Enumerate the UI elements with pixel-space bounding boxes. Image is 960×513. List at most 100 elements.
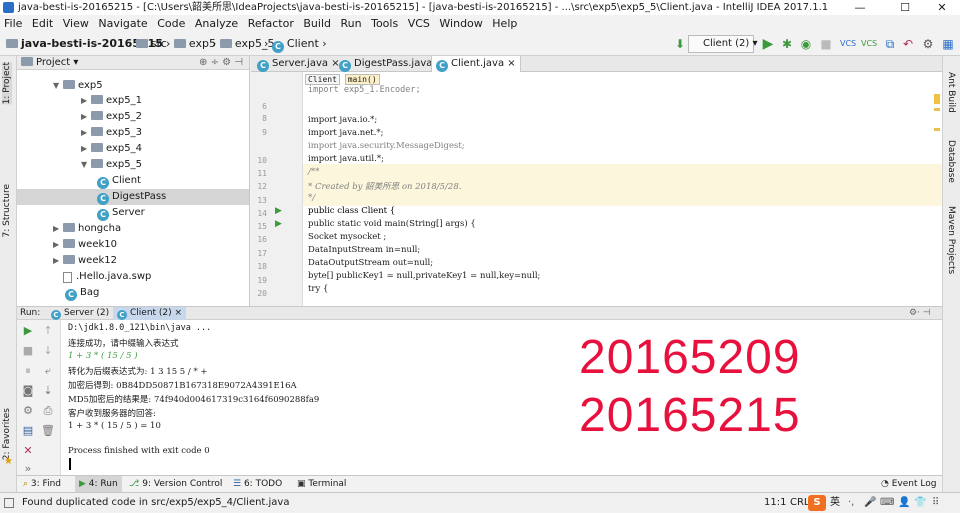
structure-tool-tab[interactable]: 7: Structure bbox=[2, 184, 12, 238]
tree-item-exp5[interactable]: ▼ exp5 bbox=[53, 78, 103, 94]
tree-item-hongcha[interactable]: ▶ hongcha bbox=[53, 221, 121, 237]
keyboard-icon[interactable]: ⌨ bbox=[880, 493, 894, 513]
menu-file[interactable]: File bbox=[4, 17, 22, 30]
tree-item-bag[interactable]: C Bag bbox=[65, 285, 99, 301]
tree-item-exp5-3[interactable]: ▶ exp5_3 bbox=[81, 125, 142, 141]
panel-settings-icon[interactable]: ⊕ ÷ ⚙ ⊣ bbox=[199, 56, 243, 70]
todo-tool-tab[interactable]: ☰ 6: TODO bbox=[233, 476, 282, 493]
run-settings-icon[interactable]: ⚙· ⊣ bbox=[909, 307, 931, 320]
menu-build[interactable]: Build bbox=[303, 17, 331, 30]
tree-item-exp5-4[interactable]: ▶ exp5_4 bbox=[81, 141, 142, 157]
history-icon[interactable]: ⧉ bbox=[882, 36, 898, 52]
soft-wrap-icon[interactable]: ⤶ bbox=[41, 364, 55, 378]
menu-run[interactable]: Run bbox=[341, 17, 362, 30]
run-config-select[interactable]: Client (2) ▾ bbox=[688, 35, 758, 53]
maximize-button[interactable]: ☐ bbox=[885, 0, 925, 15]
error-stripe-marker[interactable] bbox=[934, 108, 940, 111]
ime-logo-icon[interactable]: S bbox=[808, 495, 826, 511]
window-title: java-besti-is-20165215 - [C:\Users\韶美所思\… bbox=[18, 2, 829, 13]
breadcrumb-client[interactable]: › C Client › bbox=[264, 32, 327, 56]
favorites-tool-tab[interactable]: 2: Favorites bbox=[2, 408, 12, 460]
menu-refactor[interactable]: Refactor bbox=[248, 17, 294, 30]
settings-icon[interactable]: ⚙ bbox=[920, 36, 936, 52]
editor-crumb-class[interactable]: Client bbox=[305, 74, 340, 85]
project-tool-tab[interactable]: 1: Project bbox=[2, 62, 12, 105]
run-console[interactable]: D:\jdk1.8.0_121\bin\java ... 连接成功，请中缀输入表… bbox=[61, 320, 942, 475]
tree-item-week10[interactable]: ▶ week10 bbox=[53, 237, 117, 253]
error-stripe-marker[interactable] bbox=[934, 128, 940, 131]
code-editor[interactable]: Client main() 6 import exp5_1.Encoder; 8… bbox=[251, 72, 942, 306]
menu-navigate[interactable]: Navigate bbox=[98, 17, 147, 30]
menu-vcs[interactable]: VCS bbox=[408, 17, 430, 30]
menu-edit[interactable]: Edit bbox=[32, 17, 53, 30]
tab-server-java[interactable]: C Server.java × bbox=[253, 56, 344, 72]
project-structure-icon[interactable]: ▦ bbox=[940, 36, 956, 52]
menu-tools[interactable]: Tools bbox=[371, 17, 398, 30]
caret-position[interactable]: 11:1 bbox=[764, 493, 786, 513]
skin-icon[interactable]: 👕 bbox=[914, 493, 926, 513]
database-tab[interactable]: Database bbox=[946, 140, 956, 183]
ime-punct-icon[interactable]: ·, bbox=[848, 493, 854, 513]
maven-projects-tab[interactable]: Maven Projects bbox=[946, 206, 956, 274]
menu-help[interactable]: Help bbox=[492, 17, 517, 30]
print-icon[interactable]: ⎙ bbox=[41, 404, 55, 418]
breadcrumb-exp5[interactable]: › exp5 bbox=[166, 32, 216, 56]
menu-view[interactable]: View bbox=[63, 17, 89, 30]
tree-item-exp5-1[interactable]: ▶ exp5_1 bbox=[81, 93, 142, 109]
error-stripe-marker[interactable] bbox=[934, 94, 940, 104]
vcs-tool-tab[interactable]: ⎇ 9: Version Control bbox=[129, 476, 222, 493]
microphone-icon[interactable]: 🎤 bbox=[864, 493, 876, 513]
status-message[interactable]: Found duplicated code in src/exp5/exp5_4… bbox=[22, 493, 289, 513]
menu-code[interactable]: Code bbox=[157, 17, 185, 30]
ime-mode[interactable]: 英 bbox=[830, 493, 840, 513]
vcs-commit-icon[interactable]: VCS bbox=[861, 36, 877, 52]
tree-item-exp5-2[interactable]: ▶ exp5_2 bbox=[81, 109, 142, 125]
coverage-icon[interactable]: ◉ bbox=[798, 36, 814, 52]
line-separator[interactable]: CRL bbox=[790, 493, 810, 513]
run-tab-client[interactable]: C Client (2) × bbox=[113, 307, 187, 320]
tree-item-client[interactable]: C Client bbox=[97, 173, 141, 189]
down-icon[interactable]: ↓ bbox=[41, 344, 55, 358]
close-run-icon[interactable]: ✕ bbox=[21, 444, 35, 458]
debug-icon[interactable]: ✱ bbox=[779, 36, 795, 52]
up-icon[interactable]: ↑ bbox=[41, 324, 55, 338]
clear-icon[interactable]: 🗑 bbox=[41, 424, 55, 438]
tree-item-week12[interactable]: ▶ week12 bbox=[53, 253, 117, 269]
run-gutter-icon[interactable]: ▶ bbox=[275, 206, 282, 216]
close-button[interactable]: ✕ bbox=[922, 0, 960, 15]
user-icon[interactable]: 👤 bbox=[898, 493, 910, 513]
tool-windows-icon[interactable] bbox=[4, 498, 14, 508]
run-icon[interactable]: ▶ bbox=[760, 36, 776, 52]
grid-icon[interactable]: ⠿ bbox=[932, 493, 939, 513]
pin-icon[interactable]: » bbox=[21, 462, 35, 476]
editor-crumb-method[interactable]: main() bbox=[344, 74, 380, 85]
menu-window[interactable]: Window bbox=[439, 17, 482, 30]
revert-icon[interactable]: ↶ bbox=[900, 36, 916, 52]
ant-build-tab[interactable]: Ant Build bbox=[946, 72, 956, 113]
stop-icon[interactable]: ■ bbox=[21, 344, 35, 358]
menu-analyze[interactable]: Analyze bbox=[195, 17, 238, 30]
rerun-icon[interactable]: ▶ bbox=[21, 324, 35, 338]
stop-icon[interactable]: ■ bbox=[818, 36, 834, 52]
terminal-tool-tab[interactable]: ▣ Terminal bbox=[297, 476, 346, 493]
pause-icon[interactable]: ⏸ bbox=[21, 364, 35, 378]
tab-client-java[interactable]: C Client.java × bbox=[431, 56, 521, 72]
restore-layout-icon[interactable]: ▤ bbox=[21, 424, 35, 438]
code-line: DataInputStream in=null; bbox=[308, 245, 421, 255]
scroll-end-icon[interactable]: ⇣ bbox=[41, 384, 55, 398]
breadcrumb-src[interactable]: › src bbox=[128, 32, 167, 56]
tree-item-digestpass[interactable]: C DigestPass bbox=[17, 189, 249, 205]
code-line: import java.util.*; bbox=[308, 154, 384, 164]
vcs-update-icon[interactable]: VCS bbox=[840, 36, 856, 52]
event-log-tool-tab[interactable]: ◔ Event Log bbox=[881, 476, 936, 493]
tree-item-exp5-5[interactable]: ▼ exp5_5 bbox=[81, 157, 142, 173]
dump-threads-icon[interactable]: ◙ bbox=[21, 384, 35, 398]
run-tool-tab[interactable]: ▶ 4: Run bbox=[75, 476, 122, 493]
tree-item-hello-swp[interactable]: .Hello.java.swp bbox=[63, 269, 151, 285]
find-tool-tab[interactable]: ⌕ 3: Find bbox=[23, 476, 61, 493]
run-gutter-icon[interactable]: ▶ bbox=[275, 219, 282, 229]
settings-icon[interactable]: ⚙ bbox=[21, 404, 35, 418]
minimize-button[interactable]: — bbox=[840, 0, 880, 15]
tree-item-server[interactable]: C Server bbox=[97, 205, 145, 221]
build-icon[interactable]: ⬇ bbox=[672, 36, 688, 52]
